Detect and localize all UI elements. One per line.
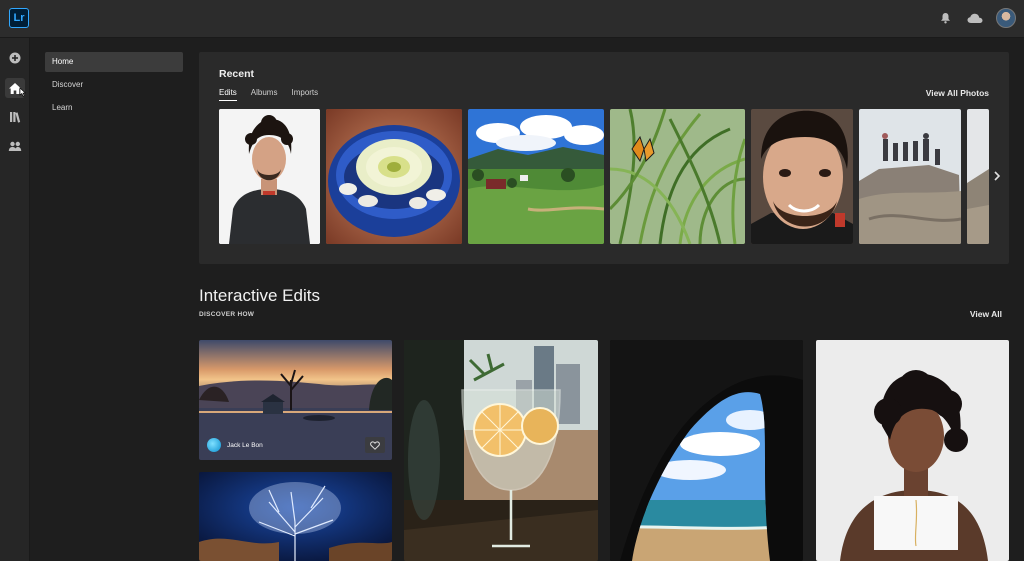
- like-button[interactable]: [365, 437, 385, 453]
- side-panel: Home Discover Learn: [31, 38, 191, 561]
- nav-item-discover[interactable]: Discover: [45, 75, 183, 95]
- recent-tabs: Edits Albums Imports: [219, 88, 318, 101]
- author-avatar: [207, 438, 221, 452]
- edit-card-cocktail[interactable]: [404, 340, 598, 561]
- view-all-link[interactable]: View All: [970, 309, 1002, 319]
- top-bar-icons: [936, 8, 1016, 28]
- view-all-photos-link[interactable]: View All Photos: [926, 88, 989, 98]
- tab-albums[interactable]: Albums: [251, 88, 278, 101]
- recent-photo-flower[interactable]: [326, 109, 462, 244]
- home-icon[interactable]: [5, 78, 27, 98]
- edit-card-winter-tree[interactable]: [199, 472, 392, 561]
- bell-icon[interactable]: [936, 9, 954, 27]
- lightroom-app: Lr Home Discover Learn Recent Edits Albu…: [0, 0, 1024, 561]
- edit-card-lake[interactable]: Jack Le Bon: [199, 340, 392, 460]
- recent-photo-landscape[interactable]: [468, 109, 604, 244]
- library-icon[interactable]: [5, 107, 25, 127]
- left-rail: [0, 38, 30, 561]
- card-author[interactable]: Jack Le Bon: [207, 438, 263, 452]
- recent-photo-grass-butterfly[interactable]: [610, 109, 745, 244]
- avatar[interactable]: [996, 8, 1016, 28]
- nav-item-home[interactable]: Home: [45, 52, 183, 72]
- interactive-edits-title: Interactive Edits: [199, 286, 320, 305]
- lightroom-logo[interactable]: Lr: [9, 8, 29, 28]
- author-name: Jack Le Bon: [227, 441, 263, 449]
- chevron-right-icon[interactable]: [991, 170, 1003, 182]
- people-icon[interactable]: [5, 136, 25, 156]
- recent-photo-portrait[interactable]: [219, 109, 320, 244]
- recent-photo-partial[interactable]: [967, 109, 989, 244]
- recent-panel: Recent Edits Albums Imports View All Pho…: [199, 52, 1009, 264]
- recent-photo-selfie[interactable]: [751, 109, 853, 244]
- heart-icon: [370, 440, 380, 450]
- edit-card-cave-beach[interactable]: [610, 340, 803, 561]
- edit-card-portrait-woman[interactable]: [816, 340, 1009, 561]
- cloud-icon[interactable]: [966, 9, 984, 27]
- nav-item-learn[interactable]: Learn: [45, 98, 183, 118]
- tab-imports[interactable]: Imports: [291, 88, 318, 101]
- discover-how-label: DISCOVER HOW: [199, 311, 255, 318]
- top-bar: Lr: [0, 0, 1024, 38]
- tab-edits[interactable]: Edits: [219, 88, 237, 101]
- recent-photo-rocks[interactable]: [859, 109, 961, 244]
- mouse-cursor-icon: [19, 87, 27, 97]
- add-icon[interactable]: [5, 48, 25, 68]
- recent-title: Recent: [219, 68, 255, 80]
